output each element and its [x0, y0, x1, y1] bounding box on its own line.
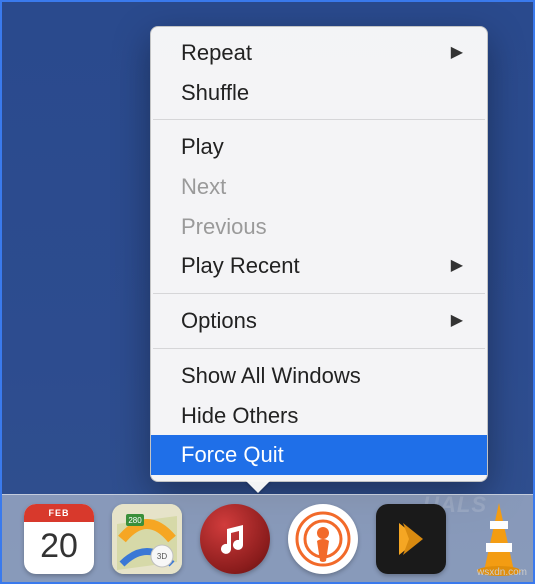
svg-text:280: 280 [128, 516, 142, 525]
menu-item-options[interactable]: Options ▶ [151, 301, 487, 341]
podcast-icon [293, 509, 353, 569]
menu-item-label: Show All Windows [181, 361, 361, 391]
menu-item-label: Next [181, 172, 226, 202]
dock: FEB 20 280 3D [24, 504, 534, 574]
vlc-cone-icon [464, 501, 534, 577]
menu-item-play[interactable]: Play [151, 127, 487, 167]
menu-item-next: Next [151, 167, 487, 207]
menu-item-label: Play [181, 132, 224, 162]
menu-item-play-recent[interactable]: Play Recent ▶ [151, 246, 487, 286]
menu-separator [153, 348, 485, 349]
dock-app-vlc[interactable] [464, 504, 534, 574]
plex-arrow-icon [389, 517, 433, 561]
menu-separator [153, 293, 485, 294]
menu-item-hide-others[interactable]: Hide Others [151, 396, 487, 436]
dock-app-plex[interactable] [376, 504, 446, 574]
menu-item-shuffle[interactable]: Shuffle [151, 73, 487, 113]
menu-item-label: Previous [181, 212, 267, 242]
menu-item-label: Hide Others [181, 401, 298, 431]
maps-icon: 280 3D [112, 504, 182, 574]
menu-item-show-all-windows[interactable]: Show All Windows [151, 356, 487, 396]
menu-item-repeat[interactable]: Repeat ▶ [151, 33, 487, 73]
menu-item-previous: Previous [151, 207, 487, 247]
dock-app-itunes[interactable] [200, 504, 270, 574]
menu-item-label: Force Quit [181, 440, 284, 470]
dock-app-maps[interactable]: 280 3D [112, 504, 182, 574]
chevron-right-icon: ▶ [451, 310, 463, 332]
chevron-right-icon: ▶ [451, 42, 463, 64]
calendar-day-label: 20 [40, 527, 78, 566]
chevron-right-icon: ▶ [451, 255, 463, 277]
music-note-icon [217, 521, 253, 557]
calendar-month-label: FEB [24, 504, 94, 522]
menu-item-label: Options [181, 306, 257, 336]
menu-separator [153, 119, 485, 120]
menu-item-label: Play Recent [181, 251, 300, 281]
dock-app-podcasts[interactable] [288, 504, 358, 574]
dock-app-calendar[interactable]: FEB 20 [24, 504, 94, 574]
menu-item-label: Repeat [181, 38, 252, 68]
svg-text:3D: 3D [157, 552, 167, 561]
menu-item-force-quit[interactable]: Force Quit [151, 435, 487, 475]
menu-item-label: Shuffle [181, 78, 249, 108]
dock-context-menu: Repeat ▶ Shuffle Play Next Previous Play… [150, 26, 488, 482]
